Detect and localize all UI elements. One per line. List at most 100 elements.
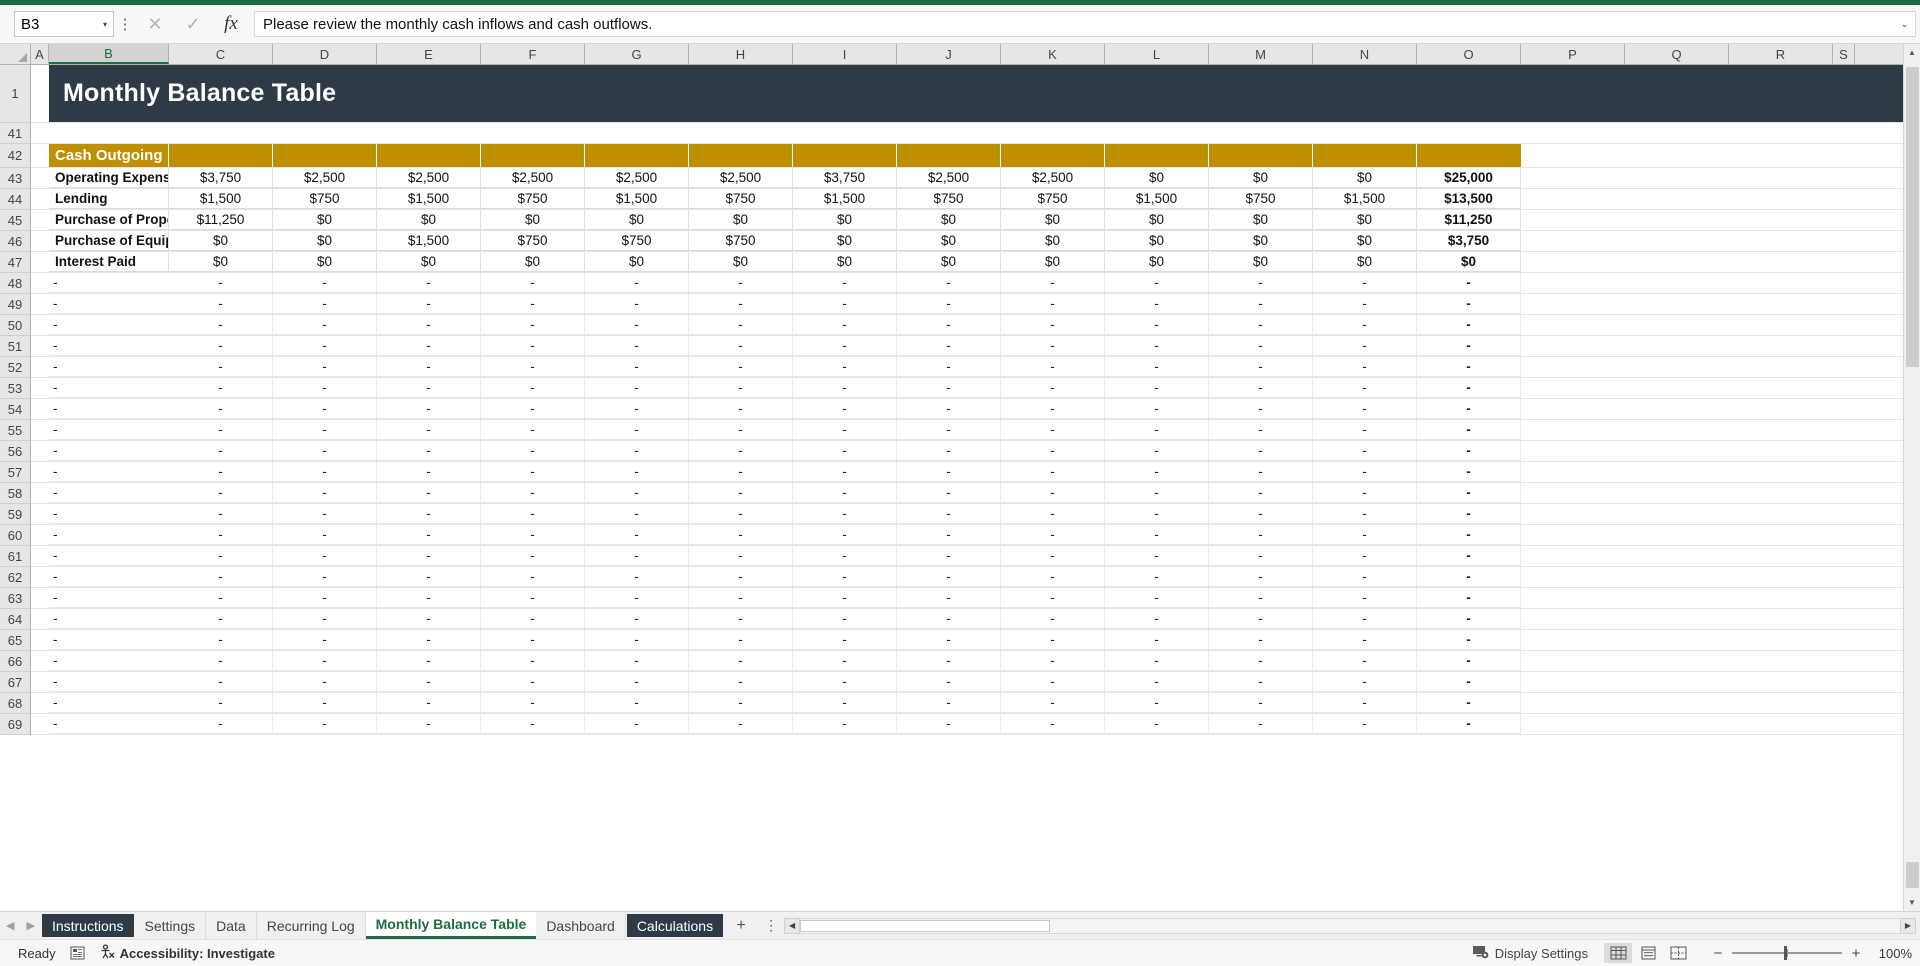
cell-a60[interactable] bbox=[31, 525, 49, 545]
cell-n44[interactable]: $1,500 bbox=[1313, 189, 1417, 209]
cell-d45[interactable]: $0 bbox=[273, 210, 377, 230]
cell-e59[interactable]: - bbox=[377, 504, 481, 524]
accessibility-status[interactable]: Accessibility: Investigate bbox=[99, 944, 275, 962]
row-header-60[interactable]: 60 bbox=[0, 525, 31, 546]
row-header-51[interactable]: 51 bbox=[0, 336, 31, 357]
cell-i67[interactable]: - bbox=[793, 672, 897, 692]
cell-k64[interactable]: - bbox=[1001, 609, 1105, 629]
cell-d60[interactable]: - bbox=[273, 525, 377, 545]
cell-j66[interactable]: - bbox=[897, 651, 1001, 671]
row-header-42[interactable]: 42 bbox=[0, 144, 31, 168]
cell-l67[interactable]: - bbox=[1105, 672, 1209, 692]
section-header-cell-o[interactable] bbox=[1417, 144, 1521, 167]
cell-m63[interactable]: - bbox=[1209, 588, 1313, 608]
cell-a48[interactable] bbox=[31, 273, 49, 293]
scroll-up-icon[interactable]: ▲ bbox=[1904, 44, 1920, 61]
section-header-cell-j[interactable] bbox=[897, 144, 1001, 167]
cell-i45[interactable]: $0 bbox=[793, 210, 897, 230]
cell-a50[interactable] bbox=[31, 315, 49, 335]
cell-o53[interactable]: - bbox=[1417, 378, 1521, 398]
row-label-65[interactable]: - bbox=[49, 630, 169, 650]
row-header-55[interactable]: 55 bbox=[0, 420, 31, 441]
vscroll-thumb-lower[interactable] bbox=[1906, 862, 1919, 888]
cell-e68[interactable]: - bbox=[377, 693, 481, 713]
cell-g65[interactable]: - bbox=[585, 630, 689, 650]
cell-i49[interactable]: - bbox=[793, 294, 897, 314]
row-label-66[interactable]: - bbox=[49, 651, 169, 671]
cell-h50[interactable]: - bbox=[689, 315, 793, 335]
cell-d46[interactable]: $0 bbox=[273, 231, 377, 251]
cell-o69[interactable]: - bbox=[1417, 714, 1521, 734]
cell-k52[interactable]: - bbox=[1001, 357, 1105, 377]
cell-l53[interactable]: - bbox=[1105, 378, 1209, 398]
zoom-control[interactable]: − + 100% bbox=[1712, 945, 1912, 962]
cell-j67[interactable]: - bbox=[897, 672, 1001, 692]
cell-m59[interactable]: - bbox=[1209, 504, 1313, 524]
cell-j54[interactable]: - bbox=[897, 399, 1001, 419]
cell-d51[interactable]: - bbox=[273, 336, 377, 356]
column-header-h[interactable]: H bbox=[689, 44, 793, 64]
cell-m52[interactable]: - bbox=[1209, 357, 1313, 377]
cell-a67[interactable] bbox=[31, 672, 49, 692]
formula-input[interactable]: Please review the monthly cash inflows a… bbox=[254, 11, 1894, 37]
cell-h57[interactable]: - bbox=[689, 462, 793, 482]
cell-f51[interactable]: - bbox=[481, 336, 585, 356]
row-label-63[interactable]: - bbox=[49, 588, 169, 608]
cell-n67[interactable]: - bbox=[1313, 672, 1417, 692]
cell-k57[interactable]: - bbox=[1001, 462, 1105, 482]
cell-h68[interactable]: - bbox=[689, 693, 793, 713]
zoom-out-button[interactable]: − bbox=[1712, 945, 1724, 962]
cell-e58[interactable]: - bbox=[377, 483, 481, 503]
cell-d58[interactable]: - bbox=[273, 483, 377, 503]
cell-k45[interactable]: $0 bbox=[1001, 210, 1105, 230]
cell-g58[interactable]: - bbox=[585, 483, 689, 503]
cell-d55[interactable]: - bbox=[273, 420, 377, 440]
cell-a57[interactable] bbox=[31, 462, 49, 482]
column-header-j[interactable]: J bbox=[897, 44, 1001, 64]
row-header-61[interactable]: 61 bbox=[0, 546, 31, 567]
cell-a55[interactable] bbox=[31, 420, 49, 440]
cell-k49[interactable]: - bbox=[1001, 294, 1105, 314]
cell-h60[interactable]: - bbox=[689, 525, 793, 545]
cell-e67[interactable]: - bbox=[377, 672, 481, 692]
cell-j62[interactable]: - bbox=[897, 567, 1001, 587]
cell-k46[interactable]: $0 bbox=[1001, 231, 1105, 251]
row-header-57[interactable]: 57 bbox=[0, 462, 31, 483]
row-header-1[interactable]: 1 bbox=[0, 65, 31, 123]
cell-e44[interactable]: $1,500 bbox=[377, 189, 481, 209]
cell-l55[interactable]: - bbox=[1105, 420, 1209, 440]
cell-h53[interactable]: - bbox=[689, 378, 793, 398]
sheet-tab-monthly-balance-table[interactable]: Monthly Balance Table bbox=[366, 912, 537, 939]
cell-h61[interactable]: - bbox=[689, 546, 793, 566]
cell-d62[interactable]: - bbox=[273, 567, 377, 587]
cell-i68[interactable]: - bbox=[793, 693, 897, 713]
cell-f69[interactable]: - bbox=[481, 714, 585, 734]
row-label-44[interactable]: Lending bbox=[49, 189, 169, 209]
cell-n66[interactable]: - bbox=[1313, 651, 1417, 671]
sheet-tab-data[interactable]: Data bbox=[206, 912, 257, 939]
cell-g57[interactable]: - bbox=[585, 462, 689, 482]
column-header-d[interactable]: D bbox=[273, 44, 377, 64]
cell-e56[interactable]: - bbox=[377, 441, 481, 461]
cell-f56[interactable]: - bbox=[481, 441, 585, 461]
cell-m43[interactable]: $0 bbox=[1209, 168, 1313, 188]
cell-m69[interactable]: - bbox=[1209, 714, 1313, 734]
cell-m51[interactable]: - bbox=[1209, 336, 1313, 356]
cell-k48[interactable]: - bbox=[1001, 273, 1105, 293]
cell-e47[interactable]: $0 bbox=[377, 252, 481, 272]
cell-j53[interactable]: - bbox=[897, 378, 1001, 398]
sheet-tab-settings[interactable]: Settings bbox=[135, 912, 207, 939]
cell-g60[interactable]: - bbox=[585, 525, 689, 545]
cell-e57[interactable]: - bbox=[377, 462, 481, 482]
cell-h44[interactable]: $750 bbox=[689, 189, 793, 209]
cell-e53[interactable]: - bbox=[377, 378, 481, 398]
cell-e66[interactable]: - bbox=[377, 651, 481, 671]
cell-d61[interactable]: - bbox=[273, 546, 377, 566]
cell-g67[interactable]: - bbox=[585, 672, 689, 692]
cell-c52[interactable]: - bbox=[169, 357, 273, 377]
row-label-54[interactable]: - bbox=[49, 399, 169, 419]
cell-i61[interactable]: - bbox=[793, 546, 897, 566]
row-label-59[interactable]: - bbox=[49, 504, 169, 524]
cell-n62[interactable]: - bbox=[1313, 567, 1417, 587]
cell-c49[interactable]: - bbox=[169, 294, 273, 314]
